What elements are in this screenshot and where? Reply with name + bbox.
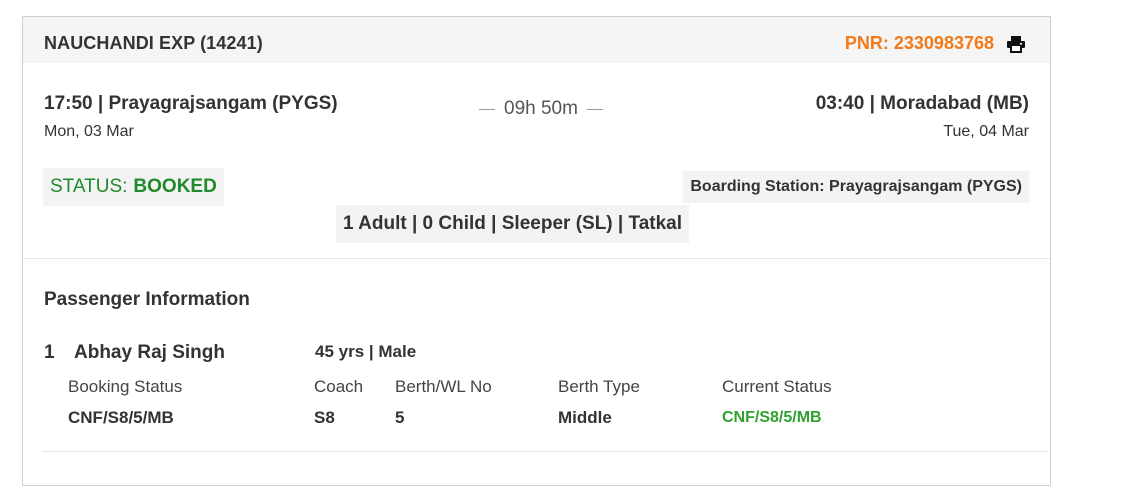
dash-right: [586, 108, 603, 110]
section-divider: [23, 258, 1050, 259]
booking-status-header: Booking Status: [68, 377, 183, 396]
boarding-station: Boarding Station: Prayagrajsangam (PYGS): [683, 171, 1029, 203]
status-label: STATUS:: [50, 176, 128, 197]
departure-date: Mon, 03 Mar: [44, 123, 134, 140]
berth-type-value: Middle: [558, 408, 612, 427]
booking-card: NAUCHANDI EXP (14241) PNR: 2330983768 17…: [22, 16, 1051, 486]
status-badge: STATUS: BOOKED: [43, 168, 224, 206]
passenger-index: 1: [44, 342, 55, 363]
pnr-container: PNR: 2330983768: [845, 33, 1026, 54]
current-status-header: Current Status: [722, 377, 832, 396]
status-value: BOOKED: [133, 176, 217, 197]
train-name: NAUCHANDI EXP (14241): [44, 33, 263, 53]
passenger-name: Abhay Raj Singh: [74, 342, 225, 363]
booking-status-value: CNF/S8/5/MB: [68, 408, 174, 427]
departure-time-station: 17:50 | Prayagrajsangam (PYGS): [44, 93, 338, 114]
berth-type-header: Berth Type: [558, 377, 640, 396]
coach-header: Coach: [314, 377, 364, 396]
duration-text: 09h 50m: [504, 98, 578, 119]
current-status-value: CNF/S8/5/MB: [722, 409, 822, 426]
arrival-time-station: 03:40 | Moradabad (MB): [815, 93, 1029, 114]
berth-value: 5: [395, 408, 405, 427]
coach-value: S8: [314, 408, 335, 427]
pnr-label: PNR: 2330983768: [844, 33, 994, 53]
passenger-divider: [42, 451, 1048, 452]
arrival-date: Tue, 04 Mar: [943, 123, 1029, 140]
passenger-info-title: Passenger Information: [44, 289, 250, 310]
card-header: NAUCHANDI EXP (14241) PNR: 2330983768: [23, 17, 1050, 63]
passenger-summary: 1 Adult | 0 Child | Sleeper (SL) | Tatka…: [336, 205, 690, 243]
journey-duration: 09h 50m: [470, 98, 612, 120]
berth-header: Berth/WL No: [395, 377, 492, 396]
passenger-age-gender: 45 yrs | Male: [315, 342, 417, 361]
printer-icon[interactable]: [1006, 35, 1026, 53]
dash-left: [479, 108, 495, 110]
